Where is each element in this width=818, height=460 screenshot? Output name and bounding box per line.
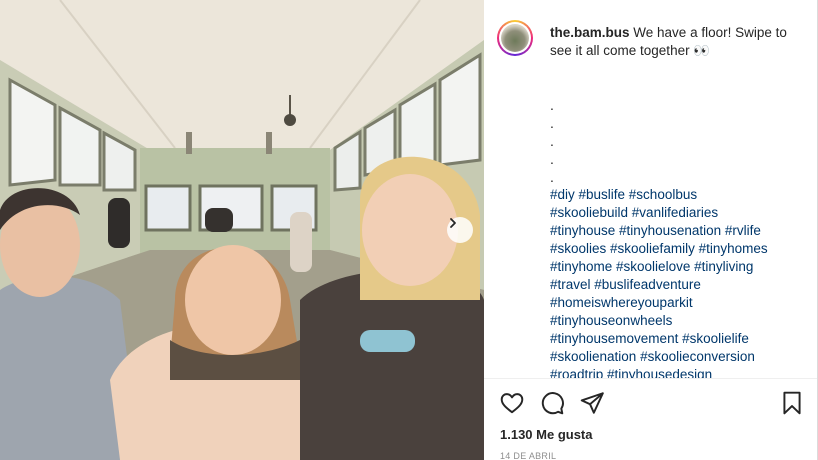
bus-interior-photo — [0, 0, 484, 460]
hashtag-line[interactable]: #travel #buslifeadventure — [550, 276, 800, 294]
hashtag-line[interactable]: #tinyhouseonwheels — [550, 312, 800, 330]
caption-dot: . — [550, 133, 554, 149]
bookmark-icon — [783, 391, 801, 415]
post-photo[interactable] — [0, 0, 484, 460]
avatar-image — [501, 24, 529, 52]
hashtag-line[interactable]: #homeiswhereyouparkit — [550, 294, 800, 312]
hashtag-line[interactable]: #tinyhome #skoolielove #tinyliving — [550, 258, 800, 276]
comment-icon — [541, 392, 564, 415]
hashtag-line[interactable]: #skoolies #skooliefamily #tinyhomes — [550, 240, 800, 258]
caption-dot: . — [550, 151, 554, 167]
share-button[interactable] — [579, 390, 605, 416]
carousel-next-button[interactable] — [447, 217, 473, 243]
comment-button[interactable] — [539, 390, 565, 416]
like-button[interactable] — [499, 390, 525, 416]
caption-dots: . . . . . — [550, 96, 554, 186]
chevron-right-icon — [450, 218, 456, 228]
username-link[interactable]: the.bam.bus — [550, 25, 630, 40]
hashtag-line[interactable]: #roadtrip #tinyhousedesign — [550, 366, 800, 378]
avatar[interactable] — [497, 20, 533, 56]
hashtag-line[interactable]: #tinyhousemovement #skoolielife — [550, 330, 800, 348]
post-side-panel: the.bam.bus We have a floor! Swipe to se… — [484, 0, 818, 460]
paper-plane-icon — [580, 392, 604, 414]
caption-dot: . — [550, 97, 554, 113]
caption-area: the.bam.bus We have a floor! Swipe to se… — [484, 0, 818, 378]
post-date[interactable]: 14 DE ABRIL — [500, 451, 556, 460]
hashtag-list: #diy #buslife #schoolbus #skooliebuild #… — [550, 186, 800, 378]
hashtag-line[interactable]: #tinyhouse #tinyhousenation #rvlife — [550, 222, 800, 240]
heart-icon — [500, 393, 524, 414]
likes-count[interactable]: 1.130 Me gusta — [500, 427, 593, 442]
hashtag-line[interactable]: #diy #buslife #schoolbus — [550, 186, 800, 204]
hashtag-line[interactable]: #skoolienation #skoolieconversion — [550, 348, 800, 366]
caption: the.bam.bus We have a floor! Swipe to se… — [550, 24, 790, 60]
caption-dot: . — [550, 169, 554, 185]
caption-dot: . — [550, 115, 554, 131]
save-button[interactable] — [779, 390, 805, 416]
section-divider — [484, 378, 818, 379]
hashtag-line[interactable]: #skooliebuild #vanlifediaries — [550, 204, 800, 222]
action-bar — [484, 390, 818, 418]
